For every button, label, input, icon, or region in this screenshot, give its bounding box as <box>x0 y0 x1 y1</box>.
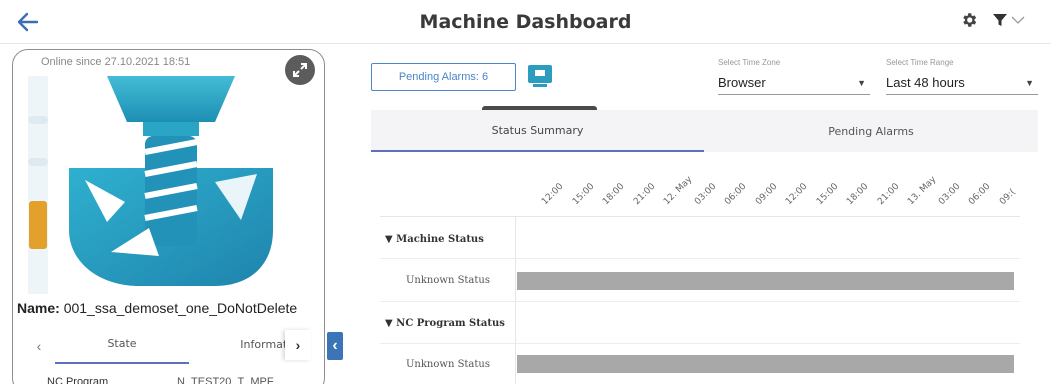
timeline-tick-label: 06:00 <box>967 181 993 208</box>
status-bar-nc-unknown[interactable] <box>517 355 1014 373</box>
machine-name: Name: 001_ssa_demoset_one_DoNotDelete <box>17 300 297 316</box>
chevron-left-icon: ‹ <box>332 337 338 354</box>
app-header: Machine Dashboard <box>0 0 1051 44</box>
row-label-nc-unknown: Unknown Status <box>406 359 490 370</box>
timeline-tick-label: 18:00 <box>845 181 871 208</box>
timeline-tick-label: 12:00 <box>540 181 566 208</box>
row-divider <box>380 301 1020 302</box>
online-since-text: Online since 27.10.2021 18:51 <box>41 56 191 68</box>
gauge-level <box>29 201 47 249</box>
timeline-header-divider <box>380 216 1020 217</box>
row-divider <box>380 343 1020 344</box>
timeline-tick-label: 09:( <box>997 187 1018 208</box>
time-range-value: Last 48 hours <box>886 75 965 90</box>
timeline-label-divider <box>515 216 516 384</box>
page-title: Machine Dashboard <box>419 11 632 33</box>
timeline-tick-label: 18:00 <box>601 181 627 208</box>
row-label-machine-unknown: Unknown Status <box>406 275 490 286</box>
time-range-select[interactable]: Last 48 hours ▼ <box>886 71 1038 95</box>
timeline-tick-label: 03:00 <box>936 181 962 208</box>
status-timeline: 12:00 15:00 18:00 21:00 12. May 03:00 06:00 09:… <box>380 150 1020 384</box>
caret-down-icon: ▼ <box>1025 77 1034 88</box>
timeline-tick-label: 21:00 <box>875 181 901 208</box>
time-zone-select[interactable]: Browser ▼ <box>718 71 870 95</box>
timeline-tick-label: 06:00 <box>723 181 749 208</box>
timeline-tick-label: 12. May <box>662 174 695 208</box>
pending-alarms-label: Pending Alarms: <box>398 71 479 83</box>
tab-next-button[interactable]: › <box>285 330 311 360</box>
remote-session-icon <box>528 65 552 87</box>
group-machine-status[interactable]: ▼ Machine Status <box>385 234 484 245</box>
nc-program-label: NC Program <box>47 376 109 384</box>
row-divider <box>380 258 1020 259</box>
filter-icon <box>993 14 1007 26</box>
machine-name-value: 001_ssa_demoset_one_DoNotDelete <box>63 300 298 316</box>
time-zone-value: Browser <box>718 75 766 90</box>
timeline-tick-label: 15:00 <box>570 181 596 208</box>
tab-information[interactable]: Informatio <box>201 324 297 364</box>
timeline-tick-label: 03:00 <box>692 181 718 208</box>
timeline-tick-label: 13. May <box>906 174 939 208</box>
time-zone-label: Select Time Zone <box>718 58 781 67</box>
expand-arrows-icon <box>293 63 307 77</box>
utilization-gauge <box>28 76 48 294</box>
expand-button[interactable] <box>285 55 315 85</box>
pending-alarms-count: 6 <box>482 71 489 83</box>
gauge-tick <box>28 158 48 166</box>
tab-state[interactable]: State <box>55 324 189 364</box>
milling-machine-icon <box>69 76 273 286</box>
machine-card: Online since 27.10.2021 18:51 Name: 001_… <box>12 49 325 384</box>
gauge-tick <box>28 116 48 124</box>
timeline-tick-label: 15:00 <box>814 181 840 208</box>
collapse-panel-button[interactable]: ‹ <box>327 332 343 360</box>
timeline-tick-label: 09:00 <box>753 181 779 208</box>
time-range-label: Select Time Range <box>886 58 954 67</box>
chevron-down-icon <box>1011 16 1025 24</box>
card-tabs: ‹ State Informatio › <box>27 324 311 366</box>
pending-alarms-button[interactable]: Pending Alarms: 6 <box>371 63 516 91</box>
status-bar-machine-unknown[interactable] <box>517 272 1014 290</box>
content-tabs: Status Summary Pending Alarms <box>371 110 1038 152</box>
group-nc-program-status[interactable]: ▼ NC Program Status <box>385 318 505 329</box>
nc-program-value: N_TEST20_T_MPF <box>177 376 274 384</box>
caret-down-icon: ▼ <box>857 77 866 88</box>
tab-status-summary[interactable]: Status Summary <box>371 110 704 152</box>
machine-name-label: Name: <box>17 300 60 316</box>
settings-button[interactable] <box>958 9 980 31</box>
tab-prev-button[interactable]: ‹ <box>27 334 51 358</box>
timeline-tick-label: 21:00 <box>631 181 657 208</box>
gear-icon <box>963 13 977 27</box>
tab-pending-alarms[interactable]: Pending Alarms <box>704 110 1038 152</box>
filter-button[interactable] <box>992 9 1032 31</box>
timeline-tick-label: 12:00 <box>784 181 810 208</box>
remote-session-button[interactable] <box>525 62 555 90</box>
